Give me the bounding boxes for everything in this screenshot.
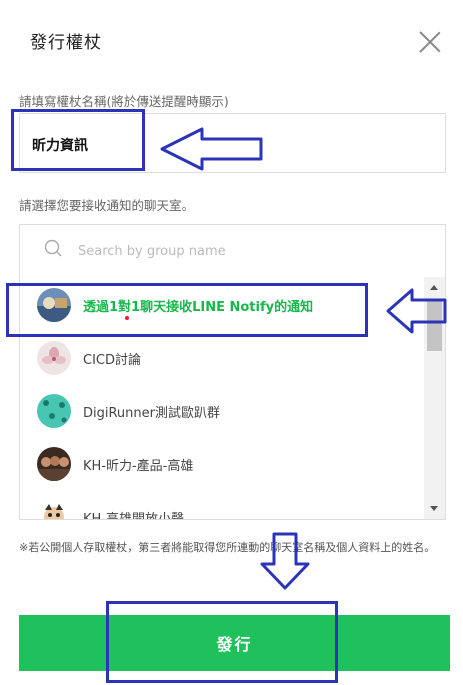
annotation-down-arrow-icon [260,532,310,590]
search-row [20,225,445,277]
chatroom-item-kh-open[interactable]: KH-高雄開放小聲 [20,489,424,520]
annotation-box-token-name [11,109,145,171]
chatroom-item-label: KH-高雄開放小聲 [83,512,184,520]
flower-avatar [37,341,71,375]
annotation-box-selected-chatroom [6,283,368,337]
scroll-down-arrow-icon[interactable] [430,506,438,511]
annotation-left-arrow-icon [160,127,263,171]
chatroom-item-label: CICD討論 [83,353,141,368]
close-icon[interactable] [418,30,442,54]
search-input[interactable] [76,240,420,262]
search-icon [44,239,62,257]
dialog-title: 發行權杖 [30,33,102,53]
chatroom-item-label: DigiRunner測試歐趴群 [83,406,220,421]
chatroom-item-kh-product[interactable]: KH-昕力-產品-高雄 [20,436,424,489]
chatroom-item-digirunner[interactable]: DigiRunner測試歐趴群 [20,383,424,436]
token-name-label: 請填寫權杖名稱(將於傳送提醒時顯示) [19,94,229,109]
chatroom-item-cicd[interactable]: CICD討論 [20,330,424,383]
group-photo-avatar [37,447,71,481]
pattern-avatar [37,394,71,428]
annotation-box-issue-button [106,601,338,683]
character-avatar [37,500,71,519]
privacy-notice: ※若公開個人存取權杖，第三者將能取得您所連動的聊天室名稱及個人資料上的姓名。 [19,541,436,554]
chatroom-item-label: KH-昕力-產品-高雄 [83,459,194,474]
chatroom-label: 請選擇您要接收通知的聊天室。 [19,198,195,213]
chatroom-list: 透過1對1聊天接收LINE Notify的通知 CICD討論 [19,224,446,520]
annotation-left-arrow-icon [386,288,447,334]
